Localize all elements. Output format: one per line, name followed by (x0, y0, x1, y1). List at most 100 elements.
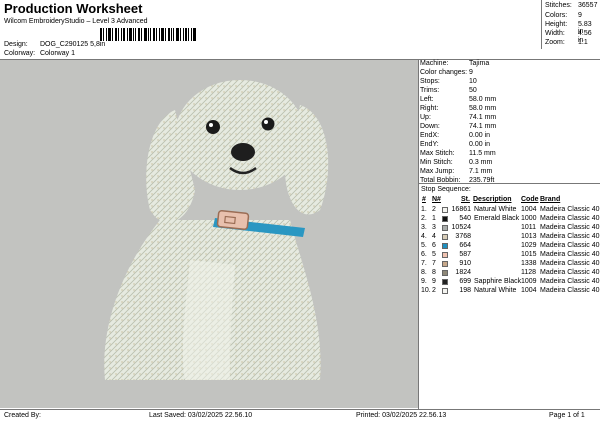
machine-info-row: Max Jump: 7.1 mm (420, 168, 590, 177)
color-swatch (442, 225, 448, 231)
col-header-description: Description (473, 196, 512, 203)
page-title: Production Worksheet (4, 1, 143, 16)
info-label: Max Stitch: (420, 150, 455, 157)
table-row: 9. 9 699 Sapphire Black 1009 Madeira Classic … (421, 278, 600, 287)
thread-brand: Madeira Classic 40 (540, 215, 600, 222)
color-swatch (442, 207, 448, 213)
stop-num: 2. (421, 215, 427, 222)
stat-colors: Colors: 9 (545, 12, 582, 19)
color-swatch (442, 270, 448, 276)
info-label: Stops: (420, 78, 440, 85)
thread-description: Natural White (474, 206, 517, 213)
info-value: 11.5 mm (469, 150, 496, 157)
thread-brand: Madeira Classic 40 (540, 251, 600, 258)
machine-info-row: Left: 58.0 mm (420, 96, 590, 105)
stitch-count: 587 (459, 251, 471, 258)
needle-num: 9 (432, 278, 436, 285)
col-header-code: Code (521, 196, 539, 203)
info-label: EndY: (420, 141, 439, 148)
stat-zoom: Zoom: 1:1 (545, 39, 588, 46)
color-swatch (442, 243, 448, 249)
color-swatch (442, 216, 448, 222)
info-label: Color changes: (420, 69, 468, 76)
needle-num: 2 (432, 206, 436, 213)
info-label: Right: (420, 105, 439, 112)
info-label: Max Jump: (420, 168, 455, 175)
machine-info-row: Trims: 50 (420, 87, 590, 96)
table-row: 10. 2 198 Natural White 1004 Madeira Classic … (421, 287, 600, 296)
content-divider (418, 59, 419, 409)
color-swatch (442, 279, 448, 285)
table-row: 8. 8 1824 1128 Madeira Classic 40 (421, 269, 600, 278)
machine-info-row: Color changes: 9 (420, 69, 590, 78)
dog-embroidery-image (104, 80, 329, 380)
stitch-count: 198 (459, 287, 471, 294)
stitch-count: 910 (459, 260, 471, 267)
table-row: 4. 4 3768 1013 Madeira Classic 40 (421, 233, 600, 242)
thread-brand: Madeira Classic 40 (540, 260, 600, 267)
colorway-row: Colorway: Colorway 1 (4, 50, 75, 57)
stat-stitches: Stitches: 36557 (545, 2, 598, 9)
info-label: Machine: (420, 60, 449, 67)
thread-brand: Madeira Classic 40 (540, 287, 600, 294)
info-value: 58.0 mm (469, 105, 497, 112)
thread-code: 1000 (521, 215, 537, 222)
table-row: 2. 1 540 Emerald Black 1000 Madeira Classic 4… (421, 215, 600, 224)
table-row: 3. 3 10524 1011 Madeira Classic 40 (421, 224, 600, 233)
table-row: 6. 5 587 1015 Madeira Classic 40 (421, 251, 600, 260)
info-value: 74.1 mm (469, 123, 497, 130)
stop-num: 4. (421, 233, 427, 240)
color-swatch (442, 234, 448, 240)
created-by: Created By: (4, 412, 41, 419)
design-preview[interactable] (0, 60, 418, 408)
col-header-num: # (422, 196, 426, 203)
thread-code: 1013 (521, 233, 537, 240)
info-label: Left: (420, 96, 434, 103)
thread-brand: Madeira Classic 40 (540, 224, 600, 231)
thread-code: 1004 (521, 287, 537, 294)
col-header-n: N# (432, 196, 441, 203)
thread-code: 1015 (521, 251, 537, 258)
info-label: EndX: (420, 132, 440, 139)
info-value: 9 (469, 69, 473, 76)
machine-info-row: Right: 58.0 mm (420, 105, 590, 114)
machine-info-row: Machine: Tajima (420, 60, 590, 69)
needle-num: 3 (432, 224, 436, 231)
thread-brand: Madeira Classic 40 (540, 233, 600, 240)
needle-num: 6 (432, 242, 436, 249)
info-value: 7.1 mm (469, 168, 493, 175)
thread-code: 1338 (521, 260, 537, 267)
design-name: DOG_C290125 5,8in (39, 41, 106, 48)
stop-num: 6. (421, 251, 427, 258)
stop-num: 3. (421, 224, 427, 231)
machine-info-row: EndY: 0.00 in (420, 141, 590, 150)
info-label: Trims: (420, 87, 440, 94)
page-number: Page 1 of 1 (549, 412, 585, 419)
stop-num: 8. (421, 269, 427, 276)
stop-num: 9. (421, 278, 427, 285)
colorway-name: Colorway 1 (39, 50, 75, 57)
thread-brand: Madeira Classic 40 (540, 269, 600, 276)
thread-description: Sapphire Black (474, 278, 522, 285)
stats-box: Stitches: 36557 Colors: 9 Height: 5.83 in W… (541, 1, 600, 49)
info-value: 0.00 in (469, 132, 491, 139)
stitch-count: 1824 (455, 269, 471, 276)
info-value: 10 (469, 78, 477, 85)
info-label: Down: (420, 123, 440, 130)
machine-info-row: Down: 74.1 mm (420, 123, 590, 132)
stitch-count: 3768 (455, 233, 471, 240)
stop-num: 7. (421, 260, 427, 267)
stitch-count: 664 (459, 242, 471, 249)
info-value: 0.00 in (469, 141, 491, 148)
thread-description: Natural White (474, 287, 517, 294)
thread-brand: Madeira Classic 40 (540, 278, 600, 285)
thread-code: 1011 (521, 224, 537, 231)
last-saved: Last Saved: 03/02/2025 22.56.10 (149, 412, 253, 419)
color-swatch (442, 261, 448, 267)
colorway-label: Colorway: (4, 50, 36, 57)
needle-num: 7 (432, 260, 436, 267)
barcode-icon (100, 28, 196, 41)
info-value: Tajima (469, 60, 490, 67)
footer-divider (0, 409, 600, 410)
machine-info-row: EndX: 0.00 in (420, 132, 590, 141)
